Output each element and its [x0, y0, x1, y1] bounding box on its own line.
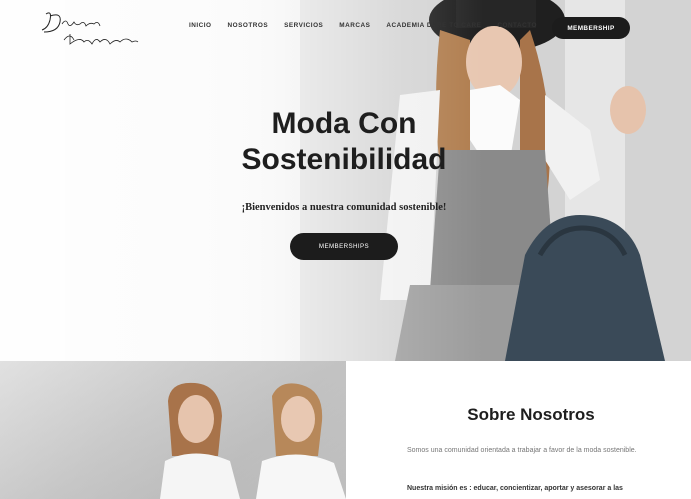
- about-section: Sobre Nosotros Somos una comunidad orien…: [346, 361, 691, 499]
- membership-button[interactable]: MEMBERSHIP: [552, 17, 630, 39]
- hero-title: Moda Con Sostenibilidad: [200, 106, 488, 178]
- hero-title-line1: Moda Con: [271, 107, 417, 140]
- nav-marcas[interactable]: MARCAS: [339, 22, 370, 29]
- dare-to-care-logo[interactable]: [40, 6, 140, 50]
- about-photo: [0, 361, 346, 499]
- nav-contacto[interactable]: CONTACTO: [497, 22, 537, 29]
- hero-title-line2: Sostenibilidad: [241, 143, 447, 176]
- hero-overlay: [0, 0, 691, 361]
- nav-inicio[interactable]: INICIO: [189, 22, 212, 29]
- hero-section: [0, 0, 691, 361]
- memberships-button[interactable]: MEMBERSHIPS: [290, 233, 398, 260]
- about-photo-women: [0, 361, 346, 499]
- main-nav: INICIO NOSOTROS SERVICIOS MARCAS ACADEMI…: [189, 22, 553, 29]
- nav-servicios[interactable]: SERVICIOS: [284, 22, 323, 29]
- nav-academia[interactable]: ACADEMIA DARE TO CARE: [386, 22, 481, 29]
- nav-nosotros[interactable]: NOSOTROS: [228, 22, 269, 29]
- hero-subtitle: ¡Bienvenidos a nuestra comunidad sosteni…: [241, 202, 447, 213]
- about-title: Sobre Nosotros: [467, 405, 595, 424]
- about-paragraph-2: Nuestra misión es : educar, concientizar…: [407, 485, 623, 492]
- about-paragraph-1: Somos una comunidad orientada a trabajar…: [407, 447, 637, 454]
